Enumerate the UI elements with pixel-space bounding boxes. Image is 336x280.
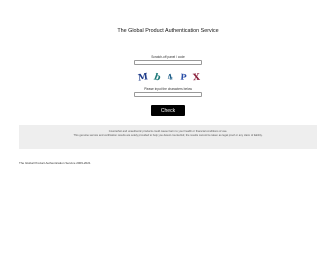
- captcha-char: P: [179, 72, 187, 83]
- page-title: The Global Product Authentication Servic…: [117, 28, 219, 34]
- footer-copyright: The Global Product Authentication Servic…: [19, 161, 91, 165]
- captcha-input[interactable]: [134, 92, 202, 97]
- code-label: Scratch-off panel / code: [151, 55, 185, 59]
- info-box: Counterfeit and unauthentic products cou…: [19, 125, 317, 149]
- captcha-char: M: [137, 71, 149, 84]
- captcha-image: M b 4 P X: [137, 71, 201, 84]
- info-line: This genuine service and verification re…: [73, 134, 263, 137]
- captcha-char: 4: [166, 72, 174, 83]
- captcha-label: Please input the characters below: [144, 87, 192, 91]
- code-input[interactable]: [134, 60, 202, 65]
- captcha-char: b: [152, 72, 163, 83]
- captcha-char: X: [192, 72, 201, 83]
- check-button[interactable]: Check: [151, 105, 185, 116]
